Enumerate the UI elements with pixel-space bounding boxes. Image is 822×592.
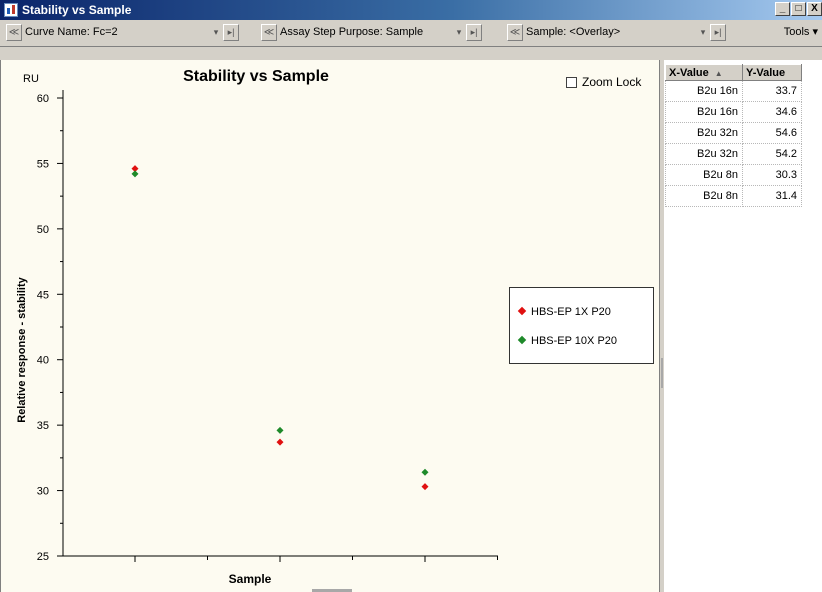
sample-next-button[interactable]: ▸|	[710, 24, 726, 41]
toolbar: ≪ Curve Name: Fc=2 ▾ ▸| ≪ Assay Step Pur…	[0, 20, 822, 47]
chart-axes: 25 30 35 40 45 50 55 60	[37, 90, 498, 563]
y-tick-label: 35	[37, 420, 49, 432]
cell-y-value[interactable]: 30.3	[742, 164, 802, 186]
cell-x-value[interactable]: B2u 32n	[665, 122, 743, 144]
zoom-lock[interactable]: Zoom Lock	[566, 75, 641, 89]
data-point-series-2	[421, 468, 429, 476]
assay-step-field[interactable]: Assay Step Purpose: Sample	[277, 24, 452, 41]
zoom-lock-checkbox[interactable]	[566, 76, 577, 88]
data-point-series-2	[276, 426, 284, 434]
window-titlebar: Stability vs Sample _ □ X	[0, 0, 822, 20]
curve-dropdown-icon[interactable]: ▾	[209, 24, 223, 41]
table-row[interactable]: B2u 32n 54.6	[665, 122, 802, 144]
y-unit-label: RU	[23, 73, 39, 85]
cell-x-value[interactable]: B2u 32n	[665, 143, 743, 165]
assay-prev-button[interactable]: ≪	[261, 24, 277, 41]
sample-prev-button[interactable]: ≪	[507, 24, 523, 41]
y-tick-label: 45	[37, 289, 49, 301]
column-header-x-label: X-Value	[669, 66, 709, 79]
chart-legend: HBS-EP 1X P20 HBS-EP 10X P20	[509, 287, 654, 364]
cell-y-value[interactable]: 34.6	[742, 101, 802, 123]
cell-x-value[interactable]: B2u 16n	[665, 101, 743, 123]
data-grid-pane: X-Value ▲ Y-Value B2u 16n 33.7 B2u 16n 34.6…	[665, 60, 822, 592]
table-row[interactable]: B2u 16n 33.7	[665, 80, 802, 102]
cell-y-value[interactable]: 54.2	[742, 143, 802, 165]
x-axis-label: Sample	[229, 572, 272, 586]
assay-dropdown-icon[interactable]: ▾	[452, 24, 466, 41]
tools-menu-button[interactable]: Tools ▾	[762, 23, 822, 42]
cell-x-value[interactable]: B2u 16n	[665, 80, 743, 102]
data-point-series-2	[131, 170, 139, 178]
column-header-x[interactable]: X-Value ▲	[665, 64, 743, 81]
column-header-y[interactable]: Y-Value	[742, 64, 802, 81]
table-row[interactable]: B2u 8n 30.3	[665, 164, 802, 186]
minimize-button[interactable]: _	[775, 2, 790, 16]
y-axis-label: Relative response - stability	[16, 276, 28, 422]
y-tick-label: 60	[37, 93, 49, 105]
legend-marker-green	[517, 335, 527, 345]
cell-x-value[interactable]: B2u 8n	[665, 164, 743, 186]
cell-x-value[interactable]: B2u 8n	[665, 185, 743, 207]
curve-name-combo[interactable]: ≪ Curve Name: Fc=2 ▾ ▸|	[6, 23, 254, 42]
y-tick-label: 55	[37, 158, 49, 170]
y-tick-label: 25	[37, 551, 49, 563]
table-row[interactable]: B2u 16n 34.6	[665, 101, 802, 123]
curve-prev-button[interactable]: ≪	[6, 24, 22, 41]
legend-label-series-2: HBS-EP 10X P20	[531, 335, 618, 347]
legend-label-series-1: HBS-EP 1X P20	[531, 306, 611, 318]
zoom-lock-label: Zoom Lock	[582, 75, 642, 89]
sort-ascending-icon: ▲	[714, 68, 723, 78]
app-chart-icon	[4, 3, 18, 17]
assay-next-button[interactable]: ▸|	[466, 24, 482, 41]
legend-marker-red	[517, 306, 527, 316]
y-tick-label: 30	[37, 486, 49, 498]
splitter-grip[interactable]	[661, 358, 663, 388]
table-row[interactable]: B2u 32n 54.2	[665, 143, 802, 165]
data-point-series-1	[421, 483, 429, 491]
assay-step-combo[interactable]: ≪ Assay Step Purpose: Sample ▾ ▸|	[261, 23, 496, 42]
y-tick-label: 40	[37, 355, 49, 367]
curve-name-field[interactable]: Curve Name: Fc=2	[22, 24, 209, 41]
chart-marks	[131, 165, 429, 491]
legend-item-series-1: HBS-EP 1X P20	[517, 306, 611, 318]
cell-y-value[interactable]: 31.4	[742, 185, 802, 207]
maximize-button[interactable]: □	[791, 2, 806, 16]
close-button[interactable]: X	[807, 2, 822, 16]
cell-y-value[interactable]: 54.6	[742, 122, 802, 144]
data-point-series-1	[276, 438, 284, 446]
table-row[interactable]: B2u 8n 31.4	[665, 185, 802, 207]
sample-dropdown-icon[interactable]: ▾	[696, 24, 710, 41]
window-title: Stability vs Sample	[22, 3, 132, 17]
y-tick-label: 50	[37, 224, 49, 236]
window-controls: _ □ X	[775, 2, 822, 16]
data-table: X-Value ▲ Y-Value B2u 16n 33.7 B2u 16n 34.6…	[665, 64, 802, 207]
cell-y-value[interactable]: 33.7	[742, 80, 802, 102]
legend-item-series-2: HBS-EP 10X P20	[517, 335, 618, 347]
table-header-row: X-Value ▲ Y-Value	[665, 64, 802, 81]
curve-next-button[interactable]: ▸|	[223, 24, 239, 41]
sample-field[interactable]: Sample: <Overlay>	[523, 24, 696, 41]
sample-combo[interactable]: ≪ Sample: <Overlay> ▾ ▸|	[507, 23, 739, 42]
chart-title: Stability vs Sample	[183, 68, 329, 85]
